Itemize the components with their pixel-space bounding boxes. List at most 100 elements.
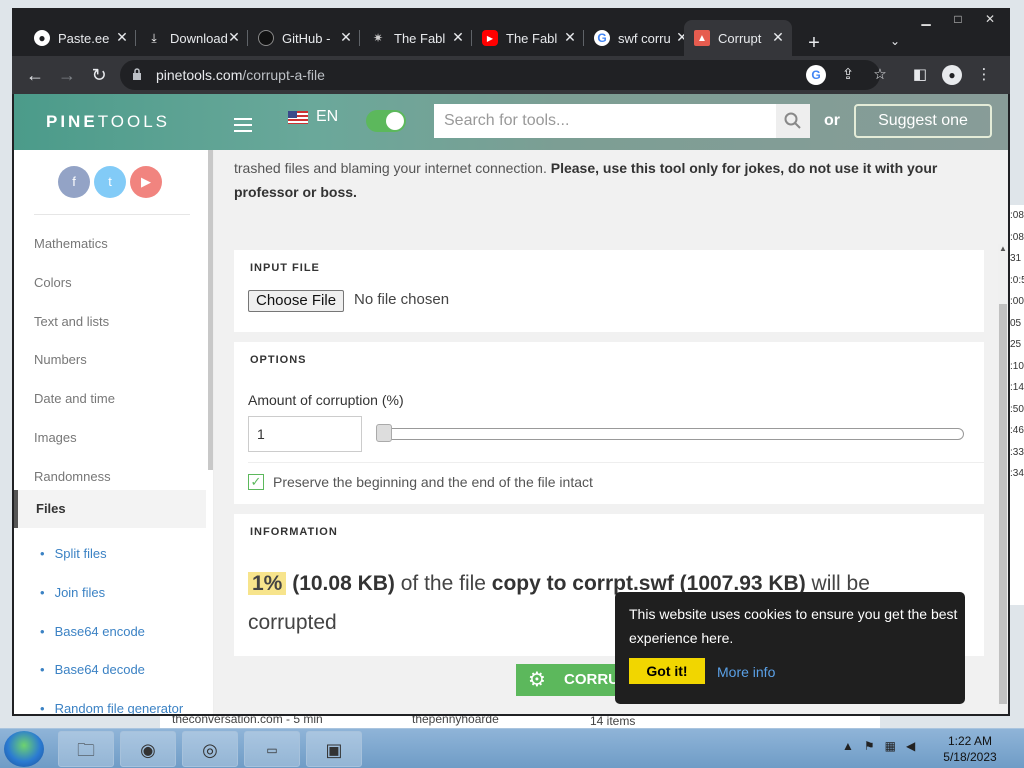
input-file-card: INPUT FILE Choose File No file chosen bbox=[234, 250, 984, 332]
bookmark-star-icon[interactable]: ☆ bbox=[870, 65, 890, 85]
file-explorer-icon[interactable]: 🗀 bbox=[58, 731, 114, 767]
information-label: INFORMATION bbox=[250, 526, 338, 538]
tool-search-input[interactable]: Search for tools... bbox=[434, 104, 776, 138]
page-scrollbar-thumb[interactable] bbox=[999, 304, 1007, 704]
pinetools-logo[interactable]: PINETOOLS bbox=[46, 112, 170, 132]
input-file-label: INPUT FILE bbox=[250, 262, 320, 274]
us-flag-icon bbox=[288, 110, 308, 124]
sidebar-scrollbar[interactable] bbox=[208, 150, 213, 470]
close-tab-icon[interactable]: ✕ bbox=[450, 29, 466, 45]
cookie-message: This website uses cookies to ensure you … bbox=[629, 606, 958, 646]
address-path: /corrupt-a-file bbox=[242, 67, 325, 83]
reload-icon[interactable]: ↻ bbox=[86, 62, 112, 88]
pinetools-icon: ▲ bbox=[694, 30, 710, 46]
more-info-link[interactable]: More info bbox=[717, 664, 775, 680]
tab-fable-1[interactable]: ✷ The Fabl ✕ bbox=[360, 20, 472, 56]
tab-strip: ● Paste.ee ✕ ⤓ Download ✕ GitHub - ✕ ✷ T… bbox=[12, 18, 1010, 56]
tab-download[interactable]: ⤓ Download ✕ bbox=[136, 20, 248, 56]
google-icon: G bbox=[594, 30, 610, 46]
sidebar-sub-join-files[interactable]: Join files bbox=[40, 585, 106, 600]
suggest-one-button[interactable]: Suggest one bbox=[854, 104, 992, 138]
tab-fable-youtube[interactable]: ▶ The Fabl ✕ bbox=[472, 20, 584, 56]
got-it-button[interactable]: Got it! bbox=[629, 658, 705, 684]
volume-icon[interactable]: ◀ bbox=[906, 739, 915, 753]
cookie-banner: This website uses cookies to ensure you … bbox=[615, 592, 965, 704]
forward-icon[interactable]: → bbox=[54, 62, 80, 88]
choose-file-button[interactable]: Choose File bbox=[248, 290, 345, 312]
hamburger-menu-icon[interactable] bbox=[234, 118, 252, 136]
sidebar-sub-base64-decode[interactable]: Base64 decode bbox=[40, 662, 145, 677]
scroll-up-icon[interactable]: ▲ bbox=[999, 244, 1007, 253]
sidebar-item-files[interactable]: Files bbox=[14, 490, 206, 528]
amount-slider[interactable] bbox=[376, 428, 964, 440]
google-lens-icon[interactable]: G bbox=[806, 65, 826, 85]
search-icon bbox=[784, 112, 801, 129]
gear-icon: ⚙ bbox=[528, 669, 546, 691]
menu-kebab-icon[interactable]: ⋮ bbox=[974, 65, 994, 85]
tab-google-search[interactable]: G swf corru ✕ bbox=[584, 20, 696, 56]
back-icon[interactable]: ← bbox=[22, 62, 48, 88]
firefox-icon[interactable]: ◉ bbox=[120, 731, 176, 767]
amount-label: Amount of corruption (%) bbox=[248, 392, 404, 408]
intro-text: trashed files and blaming your internet … bbox=[234, 160, 938, 200]
sidebar-item-text-and-lists[interactable]: Text and lists bbox=[34, 314, 204, 329]
network-icon[interactable]: ▦ bbox=[885, 739, 896, 753]
close-tab-icon[interactable]: ✕ bbox=[562, 29, 578, 45]
sidebar-sub-split-files[interactable]: Split files bbox=[40, 546, 107, 561]
close-tab-icon[interactable]: ✕ bbox=[338, 29, 354, 45]
new-tab-icon[interactable]: + bbox=[802, 32, 826, 55]
close-tab-icon[interactable]: ✕ bbox=[770, 29, 786, 45]
terminal-icon[interactable]: ▭ bbox=[244, 731, 300, 767]
start-button[interactable] bbox=[4, 731, 44, 767]
sidebar-item-images[interactable]: Images bbox=[34, 430, 204, 445]
taskbar: 🗀 ◉ ◎ ▭ ▣ ▲ ⚑ ▦ ◀ 1:22 AM 5/18/2023 bbox=[0, 728, 1024, 768]
sidebar-item-colors[interactable]: Colors bbox=[34, 275, 204, 290]
download-icon: ⤓ bbox=[151, 30, 157, 45]
sidebar-sub-random-file-generator[interactable]: Random file generator bbox=[40, 701, 184, 714]
sidebar-item-mathematics[interactable]: Mathematics bbox=[34, 236, 204, 251]
options-divider bbox=[248, 462, 984, 463]
tab-pastee[interactable]: ● Paste.ee ✕ bbox=[24, 20, 136, 56]
youtube-icon: ▶ bbox=[482, 30, 498, 46]
preserve-checkbox[interactable]: ✓ bbox=[248, 474, 264, 490]
page-scrollbar[interactable]: ▲ bbox=[998, 244, 1008, 714]
globe-icon: ● bbox=[34, 30, 50, 46]
tray-chevron-icon[interactable]: ▲ bbox=[842, 739, 854, 753]
address-bar[interactable]: pinetools.com/corrupt-a-file bbox=[120, 60, 880, 90]
sidebar-item-date-and-time[interactable]: Date and time bbox=[34, 391, 204, 406]
tab-search-chevron-icon[interactable]: ⌄ bbox=[890, 34, 900, 48]
options-label: OPTIONS bbox=[250, 354, 307, 366]
close-tab-icon[interactable]: ✕ bbox=[114, 29, 130, 45]
facebook-icon[interactable]: f bbox=[58, 166, 90, 198]
language-selector[interactable]: EN bbox=[288, 108, 338, 126]
share-icon[interactable]: ⇪ bbox=[838, 65, 858, 85]
dark-mode-toggle[interactable] bbox=[366, 110, 406, 132]
sidebar-item-numbers[interactable]: Numbers bbox=[34, 352, 204, 367]
chrome-icon[interactable]: ◎ bbox=[182, 731, 238, 767]
language-label: EN bbox=[316, 108, 339, 125]
sidebar-sub-base64-encode[interactable]: Base64 encode bbox=[40, 624, 145, 639]
side-panel-icon[interactable]: ◧ bbox=[910, 65, 930, 85]
sidebar-item-randomness[interactable]: Randomness bbox=[34, 469, 204, 484]
search-button[interactable] bbox=[776, 104, 810, 138]
clock-date: 5/18/2023 bbox=[943, 750, 997, 764]
bg-text-3: 14 items bbox=[590, 714, 636, 728]
twitter-icon[interactable]: t bbox=[94, 166, 126, 198]
close-tab-icon[interactable]: ✕ bbox=[226, 29, 242, 45]
app-icon[interactable]: ▣ bbox=[306, 731, 362, 767]
tab-github[interactable]: GitHub - ✕ bbox=[248, 20, 360, 56]
amount-input[interactable]: 1 bbox=[248, 416, 362, 452]
clock[interactable]: 1:22 AM 5/18/2023 bbox=[930, 733, 1010, 765]
github-icon bbox=[258, 30, 274, 46]
fable-site-icon: ✷ bbox=[372, 31, 384, 45]
background-window-column: :08:08 31:0:5:00 05 25:10:14:50:46:33:34 bbox=[1010, 205, 1024, 605]
flag-icon[interactable]: ⚑ bbox=[864, 739, 875, 753]
amount-slider-thumb[interactable] bbox=[376, 424, 392, 442]
youtube-icon[interactable]: ▶ bbox=[130, 166, 162, 198]
tab-title: Corrupt bbox=[718, 30, 762, 46]
tab-corrupt-active[interactable]: ▲ Corrupt ✕ bbox=[684, 20, 792, 56]
profile-icon[interactable]: ● bbox=[942, 65, 962, 85]
site-header: PINETOOLS EN Search for tools... or Sugg… bbox=[14, 94, 1008, 150]
lock-icon bbox=[133, 68, 141, 80]
or-label: or bbox=[824, 112, 840, 129]
